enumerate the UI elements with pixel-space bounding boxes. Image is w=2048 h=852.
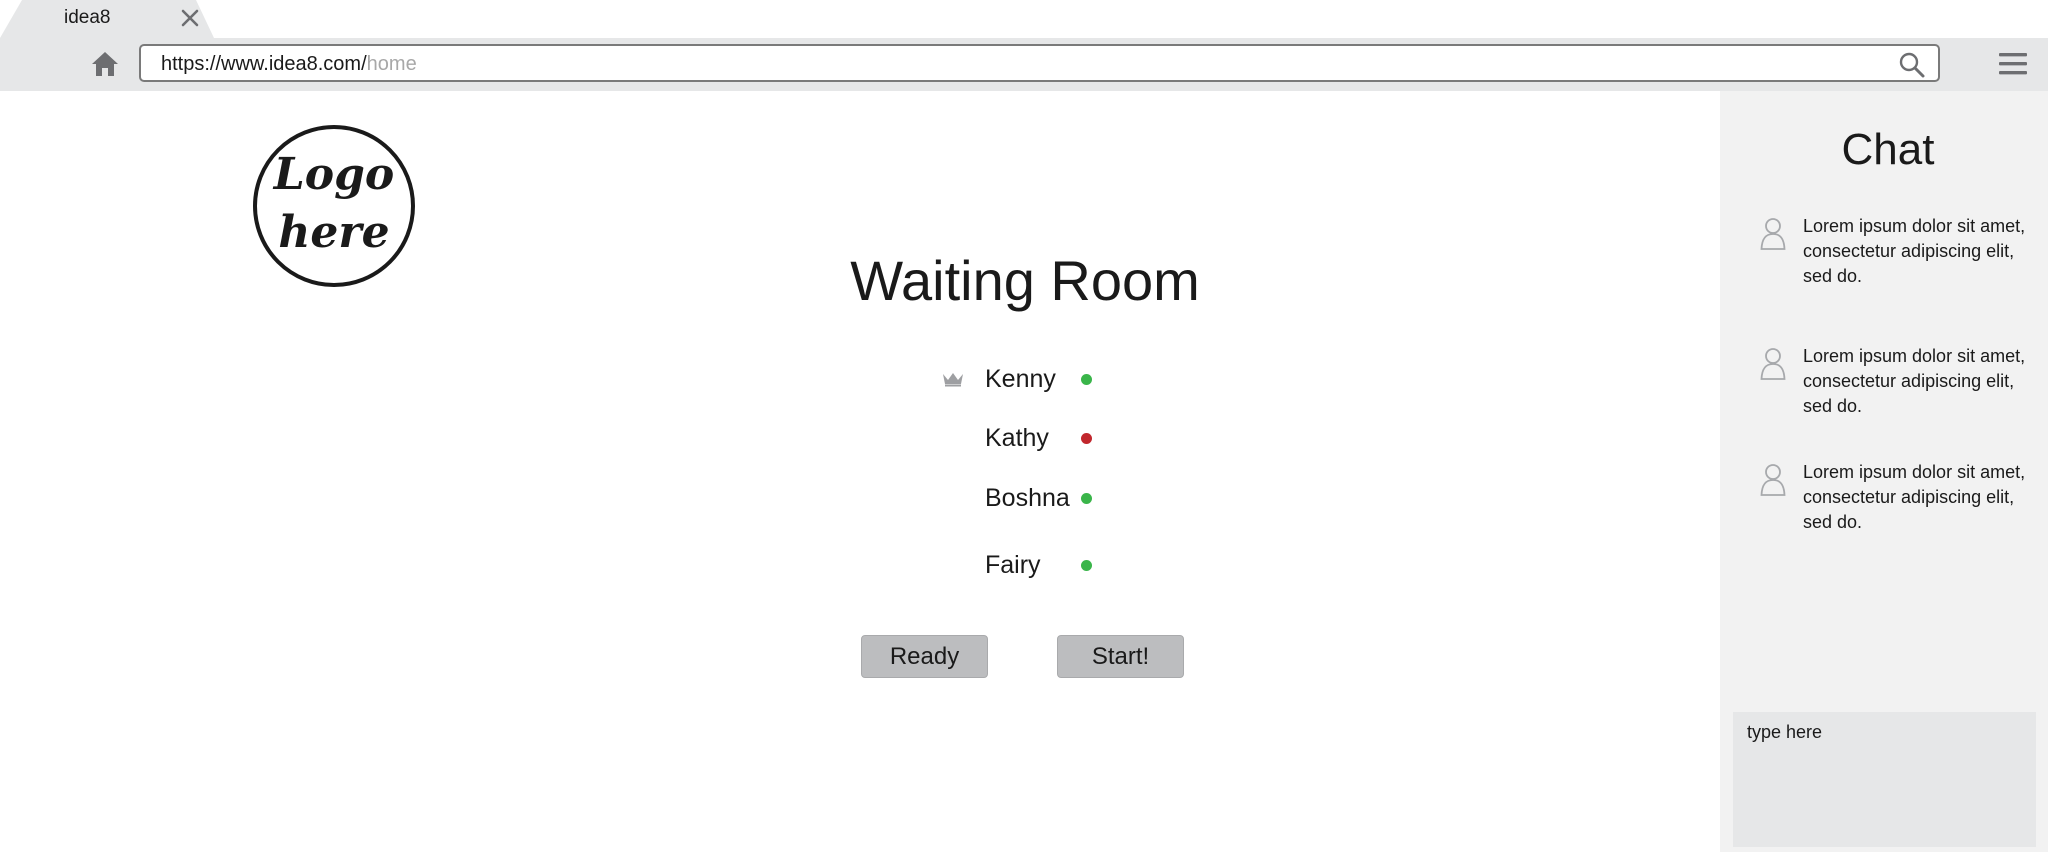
player-name: Fairy [985,551,1041,579]
chat-message: Lorem ipsum dolor sit amet, consectetur … [1760,460,2048,540]
chat-input[interactable] [1733,712,2036,847]
player-row-boshna: Boshna [940,478,1120,518]
chat-message-text: Lorem ipsum dolor sit amet, consectetur … [1803,462,2026,532]
crown-icon [943,373,963,387]
player-name: Kathy [985,424,1049,452]
player-list: Kenny Kathy Boshna Fairy [0,0,1092,579]
chat-message: Lorem ipsum dolor sit amet, consectetur … [1760,344,2048,424]
player-row-kenny: Kenny [940,359,1120,399]
ready-button[interactable]: Ready [861,635,988,678]
tab-title: idea8 [64,7,111,28]
player-row-kathy: Kathy [940,418,1120,458]
url-path: home [366,53,417,75]
user-icon [1760,464,1786,496]
player-name: Kenny [985,365,1056,393]
logo-text-line2: here [278,207,390,258]
user-icon [1760,218,1786,250]
page-title: Waiting Room [850,249,1200,312]
chat-message-text: Lorem ipsum dolor sit amet, consectetur … [1803,216,2026,286]
url-base: https://www.idea8.com/ [161,53,367,75]
status-dot-not-ready [1081,433,1092,444]
logo-text-line1: Logo [273,149,395,200]
chat-message-text: Lorem ipsum dolor sit amet, consectetur … [1803,346,2026,416]
player-name: Boshna [985,484,1070,512]
chat-panel: Chat Lorem ipsum dolor sit amet, consect… [1720,91,2048,852]
address-bar[interactable]: https://www.idea8.com/home [139,44,1940,82]
start-button[interactable]: Start! [1057,635,1184,678]
home-icon[interactable] [90,49,120,79]
browser-toolbar: https://www.idea8.com/home [0,38,2048,91]
logo: Logo here [253,125,415,287]
player-row-fairy: Fairy [940,545,1120,585]
status-dot-ready [1081,374,1092,385]
search-icon[interactable] [1898,51,1926,79]
status-dot-ready [1081,560,1092,571]
chat-message: Lorem ipsum dolor sit amet, consectetur … [1760,214,2048,294]
user-icon [1760,348,1786,380]
status-dot-ready [1081,493,1092,504]
hamburger-menu-icon[interactable] [1998,51,2028,77]
url-text: https://www.idea8.com/home [161,53,417,76]
close-icon[interactable] [178,6,202,30]
browser-tab-strip: idea8 [0,0,2048,38]
chat-title: Chat [1841,125,1935,174]
